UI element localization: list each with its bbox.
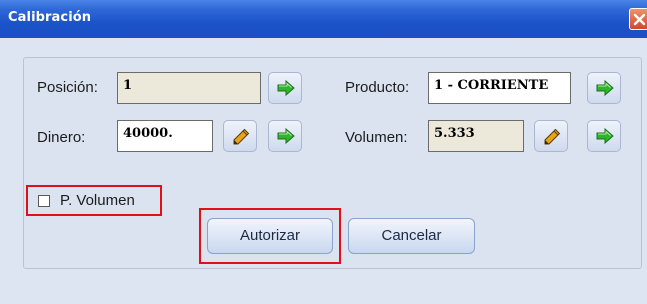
posicion-field[interactable]: 1 [117,72,261,104]
volumen-edit-button[interactable] [534,120,568,152]
close-icon [633,13,646,26]
cancelar-button[interactable]: Cancelar [348,218,475,254]
green-arrow-right-icon [277,128,295,144]
green-arrow-right-icon [277,80,295,96]
volumen-label: Volumen: [345,129,408,146]
producto-go-button[interactable] [587,72,621,104]
dinero-field[interactable]: 40000. [117,120,213,152]
pencil-icon [233,128,250,145]
window-title: Calibración [8,10,92,25]
p-volumen-label[interactable]: P. Volumen [60,192,135,209]
p-volumen-highlight: P. Volumen [26,185,162,216]
green-arrow-right-icon [596,80,614,96]
autorizar-button[interactable]: Autorizar [207,218,333,254]
pencil-icon [544,128,561,145]
producto-label: Producto: [345,79,410,96]
green-arrow-right-icon [596,128,614,144]
dinero-label: Dinero: [37,129,86,146]
producto-field[interactable]: 1 - CORRIENTE [428,72,571,104]
calibration-dialog: Calibración Posición: 1 Producto: 1 - CO… [0,0,647,304]
title-bar[interactable]: Calibración [0,0,647,38]
posicion-label: Posición: [37,79,98,96]
posicion-go-button[interactable] [268,72,302,104]
dinero-edit-button[interactable] [223,120,257,152]
p-volumen-checkbox[interactable] [38,195,50,207]
close-button[interactable] [629,8,647,30]
volumen-go-button[interactable] [587,120,621,152]
dinero-go-button[interactable] [268,120,302,152]
volumen-field[interactable]: 5.333 [428,120,524,152]
